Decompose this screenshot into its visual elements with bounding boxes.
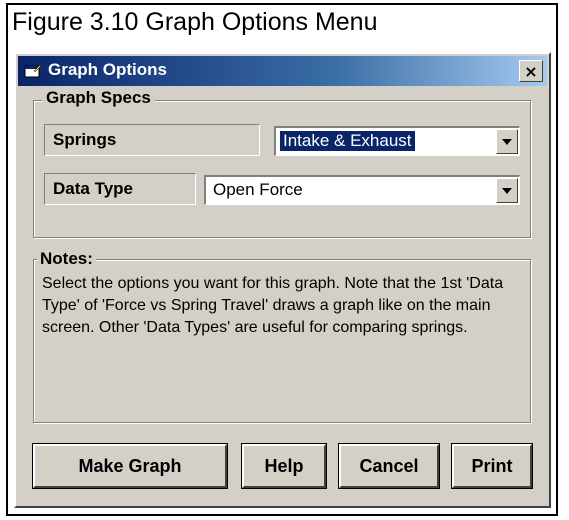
- close-button[interactable]: ×: [519, 60, 543, 82]
- data-type-dropdown[interactable]: Open Force: [204, 175, 520, 205]
- window-title: Graph Options: [48, 60, 167, 79]
- chevron-down-icon[interactable]: [496, 129, 518, 154]
- notes-group: Notes: Select the options you want for t…: [33, 249, 531, 423]
- data-type-selected-value: Open Force: [213, 180, 303, 199]
- chevron-down-icon[interactable]: [496, 178, 518, 203]
- help-button[interactable]: Help: [241, 443, 327, 489]
- app-icon: [24, 63, 42, 79]
- notes-legend: Notes:: [37, 249, 96, 269]
- cancel-button[interactable]: Cancel: [338, 443, 440, 489]
- figure-caption: Figure 3.10 Graph Options Menu: [12, 8, 378, 36]
- title-bar[interactable]: Graph Options ×: [18, 56, 547, 86]
- graph-specs-legend: Graph Specs: [42, 88, 155, 108]
- springs-label: Springs: [44, 124, 260, 156]
- print-button[interactable]: Print: [451, 443, 533, 489]
- graph-specs-group: Graph Specs Springs Intake & Exhaust Dat…: [33, 88, 531, 238]
- data-type-label: Data Type: [44, 173, 196, 205]
- close-icon: ×: [524, 61, 538, 81]
- notes-text: Select the options you want for this gra…: [42, 275, 504, 336]
- springs-dropdown[interactable]: Intake & Exhaust: [274, 126, 520, 156]
- graph-options-window: Graph Options × Graph Specs Springs Inta…: [14, 52, 551, 508]
- springs-selected-value: Intake & Exhaust: [280, 131, 415, 151]
- make-graph-button[interactable]: Make Graph: [32, 443, 228, 489]
